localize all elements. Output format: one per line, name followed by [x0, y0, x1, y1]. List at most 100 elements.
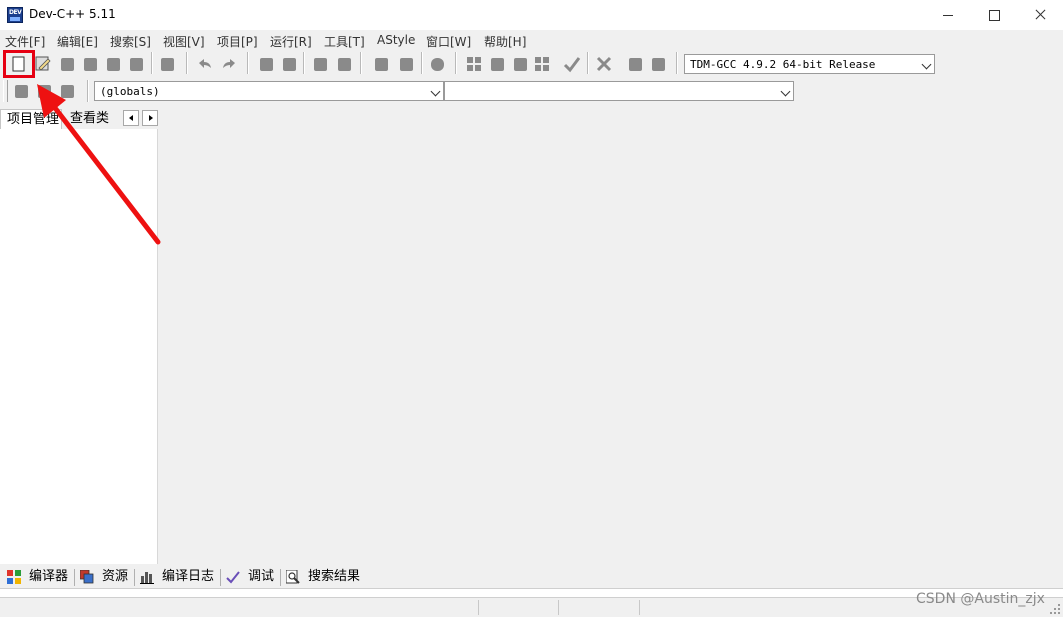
tab-scroll-left-button[interactable] [123, 110, 139, 126]
open-file-button[interactable] [34, 55, 52, 73]
toolbar-separator [360, 52, 362, 74]
tab-separator [220, 569, 221, 586]
rebuild-all-button[interactable] [533, 55, 551, 73]
main-toolbar: TDM-GCC 4.9.2 64-bit Release [0, 52, 940, 78]
close-file-button[interactable] [104, 55, 122, 73]
menu-edit[interactable]: 编辑[E] [57, 33, 98, 50]
menu-view[interactable]: 视图[V] [163, 33, 205, 50]
redo-icon [223, 59, 235, 68]
rebuild-icon [535, 57, 549, 71]
title-bar: DEV Dev-C++ 5.11 [0, 0, 1063, 30]
project-options-button[interactable] [428, 55, 446, 73]
chevron-down-icon [430, 86, 441, 97]
tab-compiler-label: 编译器 [29, 569, 69, 584]
open-file-icon [35, 56, 51, 71]
toolbar-grip[interactable] [3, 80, 8, 102]
new-project-button[interactable] [372, 55, 390, 73]
run-button[interactable] [488, 55, 506, 73]
message-area [0, 588, 1063, 598]
resources-icon [80, 570, 94, 584]
resize-grip-icon[interactable] [1050, 604, 1060, 614]
undo-icon [199, 59, 211, 68]
toolbar-separator [421, 52, 423, 74]
tab-project-manager[interactable]: 项目管理 [0, 109, 62, 129]
status-cell [0, 600, 479, 615]
toolbar-separator [303, 52, 305, 74]
member-select[interactable] [444, 81, 794, 101]
status-bar [0, 598, 1063, 617]
project-tree-panel[interactable] [0, 129, 158, 564]
search-icon [286, 570, 300, 584]
goto-line-button[interactable] [311, 55, 329, 73]
save-all-button[interactable] [81, 55, 99, 73]
menu-file[interactable]: 文件[F] [5, 33, 45, 50]
replace-button[interactable] [280, 55, 298, 73]
dev-cpp-app-icon[interactable]: DEV [7, 7, 23, 23]
status-cell [559, 600, 640, 615]
tab-class-view[interactable]: 查看类 [66, 109, 109, 129]
bar-chart-icon [140, 572, 154, 584]
toolbar-separator [151, 52, 153, 74]
x-icon [596, 56, 612, 72]
menu-help[interactable]: 帮助[H] [484, 33, 526, 50]
toolbar-separator [676, 52, 678, 74]
menu-bar: 文件[F] 编辑[E] 搜索[S] 视图[V] 项目[P] 运行[R] 工具[T… [0, 30, 1063, 50]
menu-run[interactable]: 运行[R] [270, 33, 312, 50]
close-all-button[interactable] [127, 55, 145, 73]
bottom-tabs: 编译器 资源 编译日志 调试 搜索结果 [0, 566, 1063, 588]
delete-profile-button[interactable] [649, 55, 667, 73]
close-button[interactable] [1017, 0, 1063, 30]
scope-select-value: (globals) [100, 85, 160, 98]
syntax-check-button[interactable] [563, 55, 581, 73]
tab-search-results-label: 搜索结果 [308, 569, 361, 584]
tab-scroll-right-button[interactable] [142, 110, 158, 126]
status-cell [479, 600, 559, 615]
tab-separator [280, 569, 281, 586]
compile-run-button[interactable] [511, 55, 529, 73]
compiler-select[interactable]: TDM-GCC 4.9.2 64-bit Release [684, 54, 935, 74]
minimize-button[interactable] [925, 0, 971, 30]
tab-separator [134, 569, 135, 586]
menu-window[interactable]: 窗口[W] [426, 33, 471, 50]
find-button[interactable] [257, 55, 275, 73]
compile-icon [467, 57, 481, 71]
goto-function-button[interactable] [335, 55, 353, 73]
scope-select[interactable]: (globals) [94, 81, 444, 101]
compile-button[interactable] [465, 55, 483, 73]
toggle-bookmark-button[interactable] [35, 82, 53, 100]
tab-separator [74, 569, 75, 586]
maximize-button[interactable] [971, 0, 1017, 30]
toolbar-separator [455, 52, 457, 74]
compiler-icon [7, 570, 21, 584]
save-button[interactable] [58, 55, 76, 73]
window-title: Dev-C++ 5.11 [29, 7, 116, 21]
insert-button[interactable] [12, 82, 30, 100]
checkmark-icon [563, 57, 581, 73]
profile-button[interactable] [626, 55, 644, 73]
menu-project[interactable]: 项目[P] [217, 33, 258, 50]
tab-compile-log-label: 编译日志 [162, 569, 215, 584]
highlight-box [3, 50, 35, 78]
menu-astyle[interactable]: AStyle [377, 33, 415, 47]
print-button[interactable] [158, 55, 176, 73]
watermark: CSDN @Austin_zjx [916, 591, 1045, 607]
toolbar-separator [247, 52, 249, 74]
undo-button[interactable] [196, 55, 214, 73]
stop-execution-button[interactable] [595, 55, 613, 73]
check-icon [226, 571, 240, 584]
add-to-project-button[interactable] [397, 55, 415, 73]
chevron-down-icon [780, 86, 791, 97]
menu-search[interactable]: 搜索[S] [110, 33, 151, 50]
toolbar-separator [87, 80, 89, 102]
toolbar-separator [186, 52, 188, 74]
tab-debug-label: 调试 [248, 569, 275, 584]
redo-button[interactable] [220, 55, 238, 73]
editor-area[interactable] [158, 108, 1063, 564]
chevron-down-icon [921, 59, 932, 70]
menu-tools[interactable]: 工具[T] [324, 33, 365, 50]
compiler-select-value: TDM-GCC 4.9.2 64-bit Release [690, 58, 876, 71]
goto-bookmark-button[interactable] [58, 82, 76, 100]
toolbar-separator [587, 52, 589, 74]
class-toolbar: (globals) [0, 79, 797, 105]
tab-resources-label: 资源 [102, 569, 129, 584]
